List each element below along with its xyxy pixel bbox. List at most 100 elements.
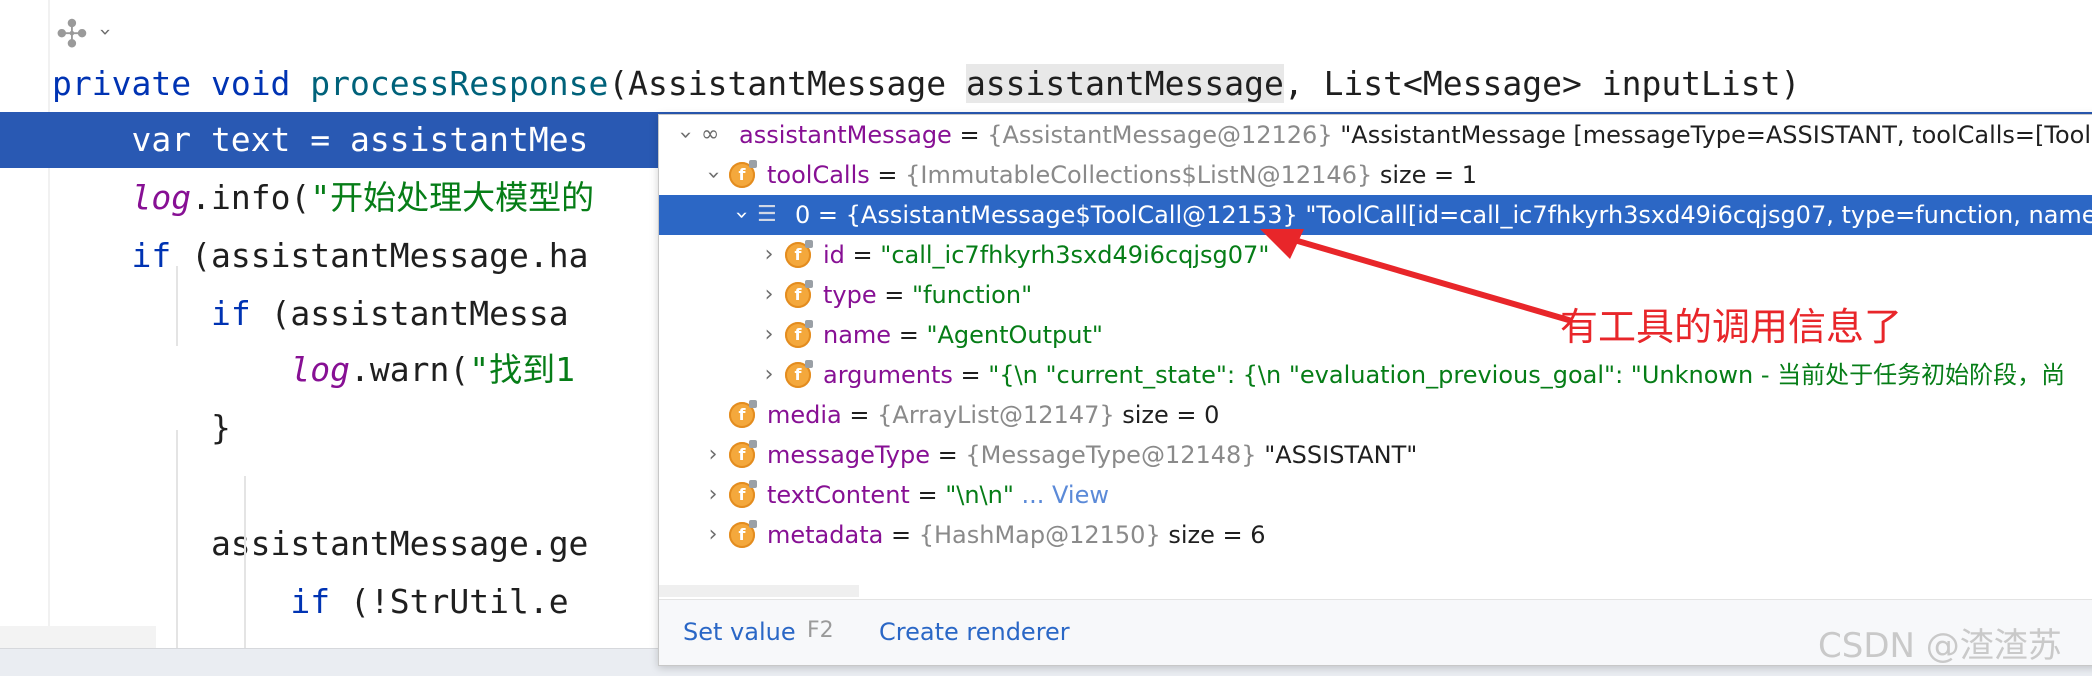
equals-sign: = bbox=[869, 161, 906, 189]
code-line[interactable]: private void processResponse(AssistantMe… bbox=[0, 56, 2092, 112]
chevron-down-icon[interactable]: › bbox=[665, 125, 705, 145]
variable-name: 0 bbox=[795, 201, 811, 229]
set-value-shortcut: F2 bbox=[807, 618, 834, 643]
code-token: if bbox=[290, 582, 351, 621]
variable-name: name bbox=[823, 321, 892, 349]
field-f-icon: f bbox=[729, 480, 757, 508]
create-renderer-button[interactable]: Create renderer bbox=[879, 618, 1070, 646]
debugger-value-popup[interactable]: › ∞ assistantMessage = {AssistantMessage@1… bbox=[658, 114, 2092, 666]
chevron-down-icon[interactable]: › bbox=[721, 205, 761, 225]
field-f-icon: f bbox=[785, 320, 813, 348]
variable-name: id bbox=[823, 241, 845, 269]
field-f-icon: f bbox=[729, 400, 757, 428]
variable-value: "AgentOutput" bbox=[926, 321, 1103, 349]
tree-row-text: arguments = "{\n "current_state": {\n "e… bbox=[823, 355, 2065, 395]
equals-sign: = bbox=[876, 281, 912, 309]
variable-name: textContent bbox=[767, 481, 910, 509]
field-f-icon: f bbox=[729, 160, 757, 188]
equals-sign: = bbox=[891, 321, 927, 349]
tree-row-text: assistantMessage = {AssistantMessage@121… bbox=[739, 115, 2092, 155]
tree-row-text: type = "function" bbox=[823, 275, 1032, 315]
code-token: log bbox=[131, 178, 192, 217]
tree-row-text: metadata = {HashMap@12150} size = 6 bbox=[767, 515, 1266, 555]
variable-type: {ArrayList@12147} bbox=[877, 401, 1115, 429]
tree-row-text: name = "AgentOutput" bbox=[823, 315, 1103, 355]
variable-value: size = 0 bbox=[1114, 401, 1220, 429]
code-token: "开始处理大模型的 bbox=[310, 178, 595, 217]
chevron-right-icon[interactable]: › bbox=[703, 435, 723, 475]
equals-sign: = bbox=[844, 241, 881, 269]
variable-value: "function" bbox=[912, 281, 1033, 309]
code-token: .info( bbox=[191, 178, 311, 217]
tree-row-text: messageType = {MessageType@12148} "ASSIS… bbox=[767, 435, 1417, 475]
variable-type: {AssistantMessage$ToolCall@12153} bbox=[845, 201, 1298, 229]
tree-row-text: textContent = "\n\n" ... View bbox=[767, 475, 1109, 515]
code-token: assistantMessage bbox=[965, 64, 1284, 103]
variable-value: size = 6 bbox=[1160, 521, 1266, 549]
code-token: var text = assistantMes bbox=[52, 120, 589, 159]
variable-name: arguments bbox=[823, 361, 953, 389]
variable-value: size = 1 bbox=[1372, 161, 1478, 189]
variable-name: assistantMessage bbox=[739, 121, 952, 149]
chevron-right-icon[interactable]: › bbox=[759, 315, 779, 355]
indent-guide bbox=[244, 476, 246, 648]
tree-row[interactable]: › f toolCalls = {ImmutableCollections$List… bbox=[659, 155, 2092, 195]
variable-name: type bbox=[823, 281, 877, 309]
chevron-right-icon[interactable]: › bbox=[759, 355, 779, 395]
tree-row[interactable]: › f metadata = {HashMap@12150} size = 6 bbox=[659, 515, 2092, 555]
set-value-button[interactable]: Set value bbox=[683, 618, 796, 646]
variable-type: {AssistantMessage@12126} bbox=[987, 121, 1333, 149]
chevron-right-icon[interactable]: › bbox=[703, 515, 723, 555]
chevron-right-icon[interactable]: › bbox=[759, 275, 779, 315]
variable-name: messageType bbox=[767, 441, 930, 469]
chevron-down-icon[interactable]: › bbox=[94, 28, 118, 36]
field-f-icon: f bbox=[729, 520, 757, 548]
variable-type: {HashMap@12150} bbox=[918, 521, 1161, 549]
code-token: , List<Message> inputList) bbox=[1283, 64, 1821, 103]
variable-type: {ImmutableCollections$ListN@12146} bbox=[905, 161, 1373, 189]
variable-value: "\n\n" bbox=[945, 481, 1014, 509]
field-f-icon: f bbox=[785, 240, 813, 268]
view-link[interactable]: ... View bbox=[1014, 481, 1109, 509]
code-token: (!StrUtil.e bbox=[350, 582, 569, 621]
tree-row[interactable]: › f arguments = "{\n "current_state": {\n … bbox=[659, 355, 2092, 395]
variable-type: {MessageType@12148} bbox=[965, 441, 1257, 469]
code-token: if bbox=[131, 236, 192, 275]
watermark: CSDN @渣渣苏 bbox=[1818, 626, 2062, 666]
tree-row[interactable]: › ∞ assistantMessage = {AssistantMessage@1… bbox=[659, 115, 2092, 155]
variable-value: "call_ic7fhkyrh3sxd49i6cqjsg07" bbox=[880, 241, 1270, 269]
tree-row[interactable]: › f messageType = {MessageType@12148} "ASS… bbox=[659, 435, 2092, 475]
chevron-right-icon[interactable]: › bbox=[703, 475, 723, 515]
field-f-icon: f bbox=[785, 280, 813, 308]
tree-row-text: media = {ArrayList@12147} size = 0 bbox=[767, 395, 1219, 435]
tree-row-text: id = "call_ic7fhkyrh3sxd49i6cqjsg07" bbox=[823, 235, 1269, 275]
code-token: log bbox=[290, 350, 351, 389]
variable-value: "AssistantMessage [messageType=ASSISTANT… bbox=[1340, 121, 2092, 149]
watch-glasses-icon: ∞ bbox=[701, 122, 720, 147]
chevron-right-icon[interactable]: › bbox=[759, 235, 779, 275]
code-token: if bbox=[210, 294, 271, 333]
tree-row[interactable]: › f textContent = "\n\n" ... View bbox=[659, 475, 2092, 515]
code-token: (assistantMessa bbox=[270, 294, 569, 333]
code-token: } bbox=[52, 408, 231, 447]
popup-horizontal-scrollbar[interactable] bbox=[659, 585, 859, 597]
equals-sign: = bbox=[883, 521, 919, 549]
red-arrow-annotation bbox=[1260, 229, 1573, 324]
equals-sign: = bbox=[909, 481, 946, 509]
equals-sign: = bbox=[841, 401, 878, 429]
tree-row[interactable]: f media = {ArrayList@12147} size = 0 bbox=[659, 395, 2092, 435]
code-token: void bbox=[210, 64, 311, 103]
equals-sign: = bbox=[951, 121, 988, 149]
horizontal-scrollbar[interactable] bbox=[0, 626, 156, 648]
ai-assistant-icon[interactable]: ✣ bbox=[56, 14, 88, 54]
chevron-down-icon[interactable]: › bbox=[693, 165, 733, 185]
code-token: (assistantMessage.ha bbox=[191, 236, 589, 275]
equals-sign: = bbox=[810, 201, 846, 229]
equals-sign: = bbox=[929, 441, 966, 469]
field-f-icon: f bbox=[785, 360, 813, 388]
